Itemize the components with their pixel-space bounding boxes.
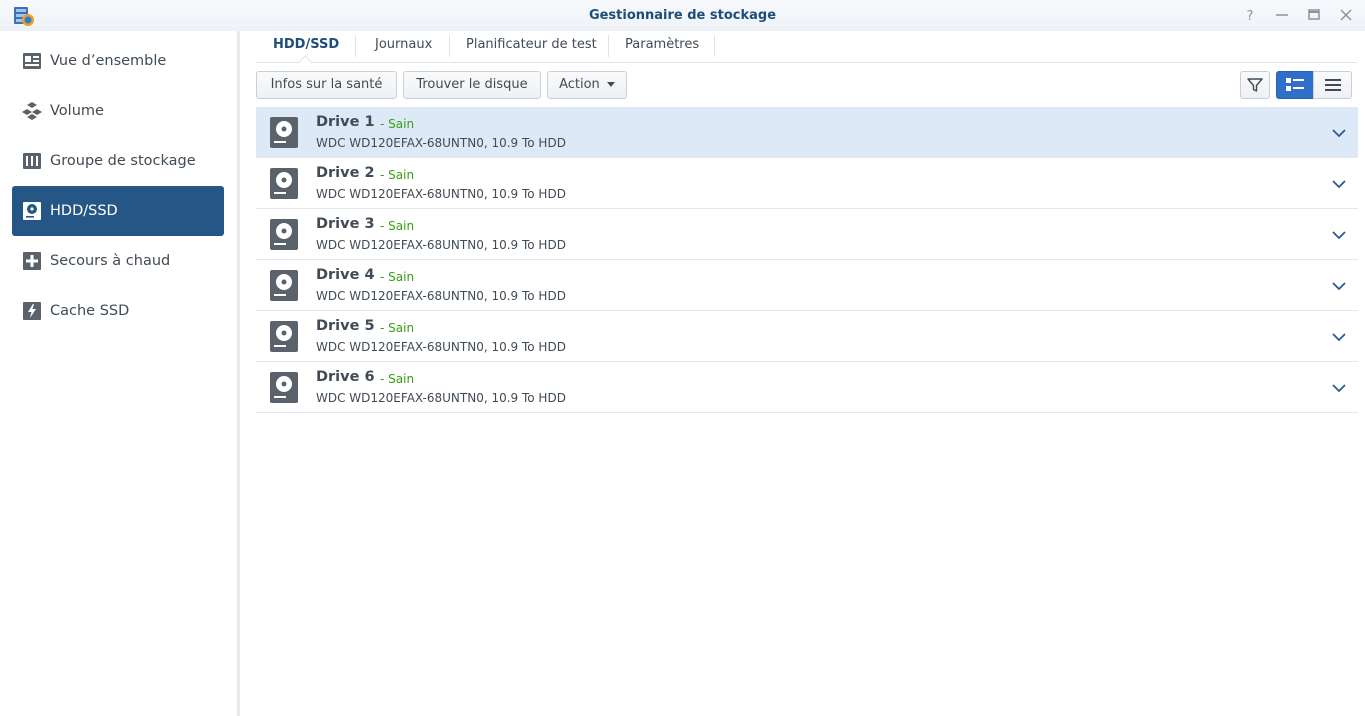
drive-status: - Sain: [380, 219, 415, 233]
find-disk-button[interactable]: Trouver le disque: [403, 71, 541, 99]
window-title: Gestionnaire de stockage: [588, 8, 777, 23]
chevron-down-icon[interactable]: [1332, 176, 1346, 190]
list-view-button[interactable]: [1313, 71, 1352, 99]
drive-row[interactable]: Drive 2 - Sain WDC WD120EFAX-68UNTN0, 10…: [256, 158, 1358, 209]
sidebar-item-hdd-ssd[interactable]: HDD/SSD: [12, 186, 224, 236]
chevron-down-icon[interactable]: [1332, 125, 1346, 139]
help-button[interactable]: ?: [1242, 7, 1258, 24]
sidebar-item-storage-pool[interactable]: Groupe de stockage: [12, 136, 224, 186]
sidebar: Vue d’ensemble Volume Groupe de stockage…: [0, 31, 238, 716]
caret-down-icon: [606, 82, 615, 87]
action-dropdown[interactable]: Action: [547, 71, 627, 99]
hdd-icon: [270, 321, 298, 352]
sidebar-item-label: Vue d’ensemble: [50, 53, 167, 69]
drive-status: - Sain: [380, 270, 415, 284]
drive-description: WDC WD120EFAX-68UNTN0, 10.9 To HDD: [316, 391, 566, 405]
drive-row[interactable]: Drive 5 - Sain WDC WD120EFAX-68UNTN0, 10…: [256, 311, 1358, 362]
hdd-icon: [270, 270, 298, 301]
title-bar: Gestionnaire de stockage ?: [0, 0, 1365, 31]
tab-test-scheduler[interactable]: Planificateur de test: [466, 31, 597, 63]
hdd-icon: [270, 117, 298, 148]
filter-icon: [1247, 78, 1263, 92]
drive-list: Drive 1 - Sain WDC WD120EFAX-68UNTN0, 10…: [256, 107, 1358, 413]
drive-name: Drive 1: [316, 114, 375, 130]
storage-pool-icon: [22, 151, 42, 171]
sidebar-divider: [238, 31, 240, 716]
hdd-icon: [270, 219, 298, 250]
tab-separator: [449, 35, 450, 57]
sidebar-item-label: Groupe de stockage: [50, 153, 196, 169]
drive-status: - Sain: [380, 372, 415, 386]
tab-bar: HDD/SSD Journaux Planificateur de test P…: [256, 31, 1357, 63]
drive-row[interactable]: Drive 1 - Sain WDC WD120EFAX-68UNTN0, 10…: [256, 107, 1358, 158]
drive-description: WDC WD120EFAX-68UNTN0, 10.9 To HDD: [316, 340, 566, 354]
hdd-icon: [270, 372, 298, 403]
sidebar-item-label: Volume: [50, 103, 104, 119]
drive-description: WDC WD120EFAX-68UNTN0, 10.9 To HDD: [316, 187, 566, 201]
filter-button[interactable]: [1240, 71, 1270, 99]
drive-name: Drive 4: [316, 267, 375, 283]
close-button[interactable]: [1338, 7, 1354, 23]
drive-name: Drive 5: [316, 318, 375, 334]
minimize-icon: [1276, 14, 1288, 16]
sidebar-item-ssd-cache[interactable]: Cache SSD: [12, 286, 224, 336]
drive-name: Drive 6: [316, 369, 375, 385]
hdd-icon: [22, 201, 42, 221]
detail-view-button[interactable]: [1276, 71, 1314, 99]
hdd-icon: [270, 168, 298, 199]
list-view-icon: [1324, 79, 1341, 91]
sidebar-item-label: Cache SSD: [50, 303, 130, 319]
drive-row[interactable]: Drive 3 - Sain WDC WD120EFAX-68UNTN0, 10…: [256, 209, 1358, 260]
volume-icon: [22, 101, 42, 121]
drive-description: WDC WD120EFAX-68UNTN0, 10.9 To HDD: [316, 289, 566, 303]
drive-status: - Sain: [380, 168, 415, 182]
drive-description: WDC WD120EFAX-68UNTN0, 10.9 To HDD: [316, 238, 566, 252]
drive-name: Drive 2: [316, 165, 375, 181]
help-icon: ?: [1247, 9, 1254, 23]
health-info-button[interactable]: Infos sur la santé: [256, 71, 397, 99]
chevron-down-icon[interactable]: [1332, 329, 1346, 343]
active-tab-pointer: [298, 55, 312, 63]
drive-row[interactable]: Drive 4 - Sain WDC WD120EFAX-68UNTN0, 10…: [256, 260, 1358, 311]
minimize-button[interactable]: [1274, 7, 1290, 23]
drive-name: Drive 3: [316, 216, 375, 232]
drive-description: WDC WD120EFAX-68UNTN0, 10.9 To HDD: [316, 136, 566, 150]
sidebar-item-label: Secours à chaud: [50, 253, 171, 269]
hot-spare-icon: [22, 251, 42, 271]
maximize-icon: [1308, 9, 1320, 20]
tab-separator: [714, 35, 715, 57]
ssd-cache-icon: [22, 301, 42, 321]
chevron-down-icon[interactable]: [1332, 380, 1346, 394]
drive-row[interactable]: Drive 6 - Sain WDC WD120EFAX-68UNTN0, 10…: [256, 362, 1358, 413]
drive-status: - Sain: [380, 117, 415, 131]
tab-logs[interactable]: Journaux: [375, 31, 432, 63]
detail-view-icon: [1286, 78, 1304, 91]
tab-separator: [608, 35, 609, 57]
sidebar-item-volume[interactable]: Volume: [12, 86, 224, 136]
drive-status: - Sain: [380, 321, 415, 335]
maximize-button[interactable]: [1306, 7, 1322, 23]
sidebar-item-hot-spare[interactable]: Secours à chaud: [12, 236, 224, 286]
chevron-down-icon[interactable]: [1332, 227, 1346, 241]
overview-icon: [22, 51, 42, 71]
sidebar-item-overview[interactable]: Vue d’ensemble: [12, 36, 224, 86]
sidebar-item-label: HDD/SSD: [50, 203, 118, 219]
tab-separator: [355, 35, 356, 57]
chevron-down-icon[interactable]: [1332, 278, 1346, 292]
action-label: Action: [559, 77, 600, 92]
tab-settings[interactable]: Paramètres: [625, 31, 699, 63]
close-icon: [1340, 9, 1352, 21]
